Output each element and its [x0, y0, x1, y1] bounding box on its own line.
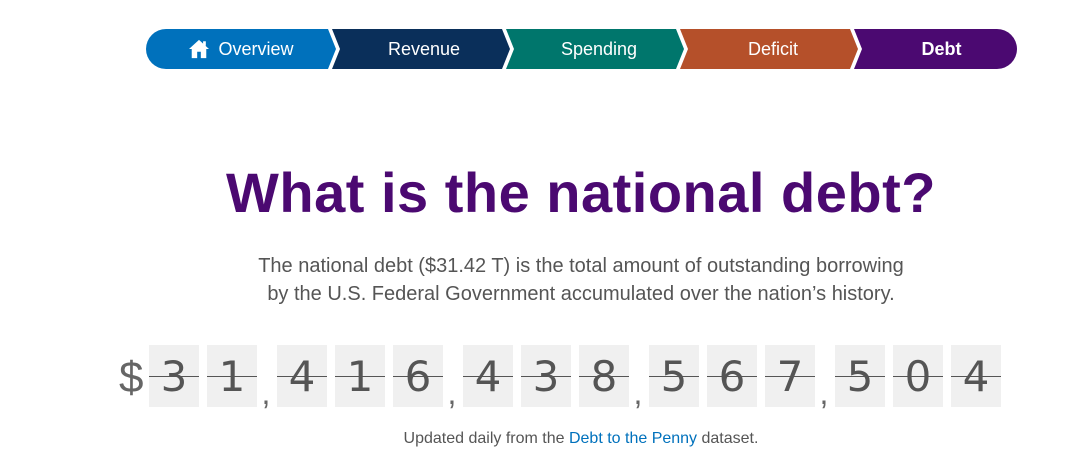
note-suffix: dataset.	[697, 430, 759, 447]
counter-separator: ,	[819, 375, 829, 411]
nav-revenue-label: Revenue	[387, 38, 461, 59]
counter-digit: 1	[207, 345, 257, 407]
nav-overview-label: Overview	[218, 38, 294, 59]
counter-digit: 4	[463, 345, 513, 407]
update-note: Updated daily from the Debt to the Penny…	[0, 430, 1069, 448]
nav-revenue[interactable]: Revenue	[332, 29, 510, 69]
counter-digit: 5	[649, 345, 699, 407]
nav-spending-label: Spending	[560, 38, 638, 59]
nav-debt[interactable]: Debt	[854, 29, 1017, 69]
nav-spending[interactable]: Spending	[506, 29, 684, 69]
counter-digit: 7	[765, 345, 815, 407]
counter-digit: 4	[277, 345, 327, 407]
counter-digit: 3	[521, 345, 571, 407]
nav-debt-label: Debt	[921, 38, 962, 59]
counter-digit: 4	[951, 345, 1001, 407]
topic-nav: Overview Revenue Spending Deficit Debt	[146, 29, 1017, 69]
counter-digit: 5	[835, 345, 885, 407]
counter-digit: 1	[335, 345, 385, 407]
counter-separator: ,	[633, 375, 643, 411]
counter-digit: 8	[579, 345, 629, 407]
counter-separator: ,	[447, 375, 457, 411]
nav-deficit-label: Deficit	[747, 38, 798, 59]
nav-deficit[interactable]: Deficit	[680, 29, 858, 69]
page-title: What is the national debt?	[226, 161, 936, 224]
debt-counter: $ 3 1 , 4 1 6 , 4 3 8 , 5 6 7 , 5 0 4	[119, 345, 1001, 411]
counter-digit: 3	[149, 345, 199, 407]
nav-overview[interactable]: Overview	[146, 29, 336, 69]
page-description: The national debt ($31.42 T) is the tota…	[0, 252, 1069, 308]
description-line-1: The national debt ($31.42 T) is the tota…	[258, 255, 904, 277]
debt-to-the-penny-link[interactable]: Debt to the Penny	[569, 430, 697, 447]
description-line-2: by the U.S. Federal Government accumulat…	[267, 283, 895, 305]
counter-digit: 0	[893, 345, 943, 407]
counter-digit: 6	[707, 345, 757, 407]
home-icon	[188, 39, 210, 59]
counter-digit: 6	[393, 345, 443, 407]
counter-separator: ,	[261, 375, 271, 411]
currency-symbol: $	[119, 353, 144, 402]
note-prefix: Updated daily from the	[403, 430, 569, 447]
